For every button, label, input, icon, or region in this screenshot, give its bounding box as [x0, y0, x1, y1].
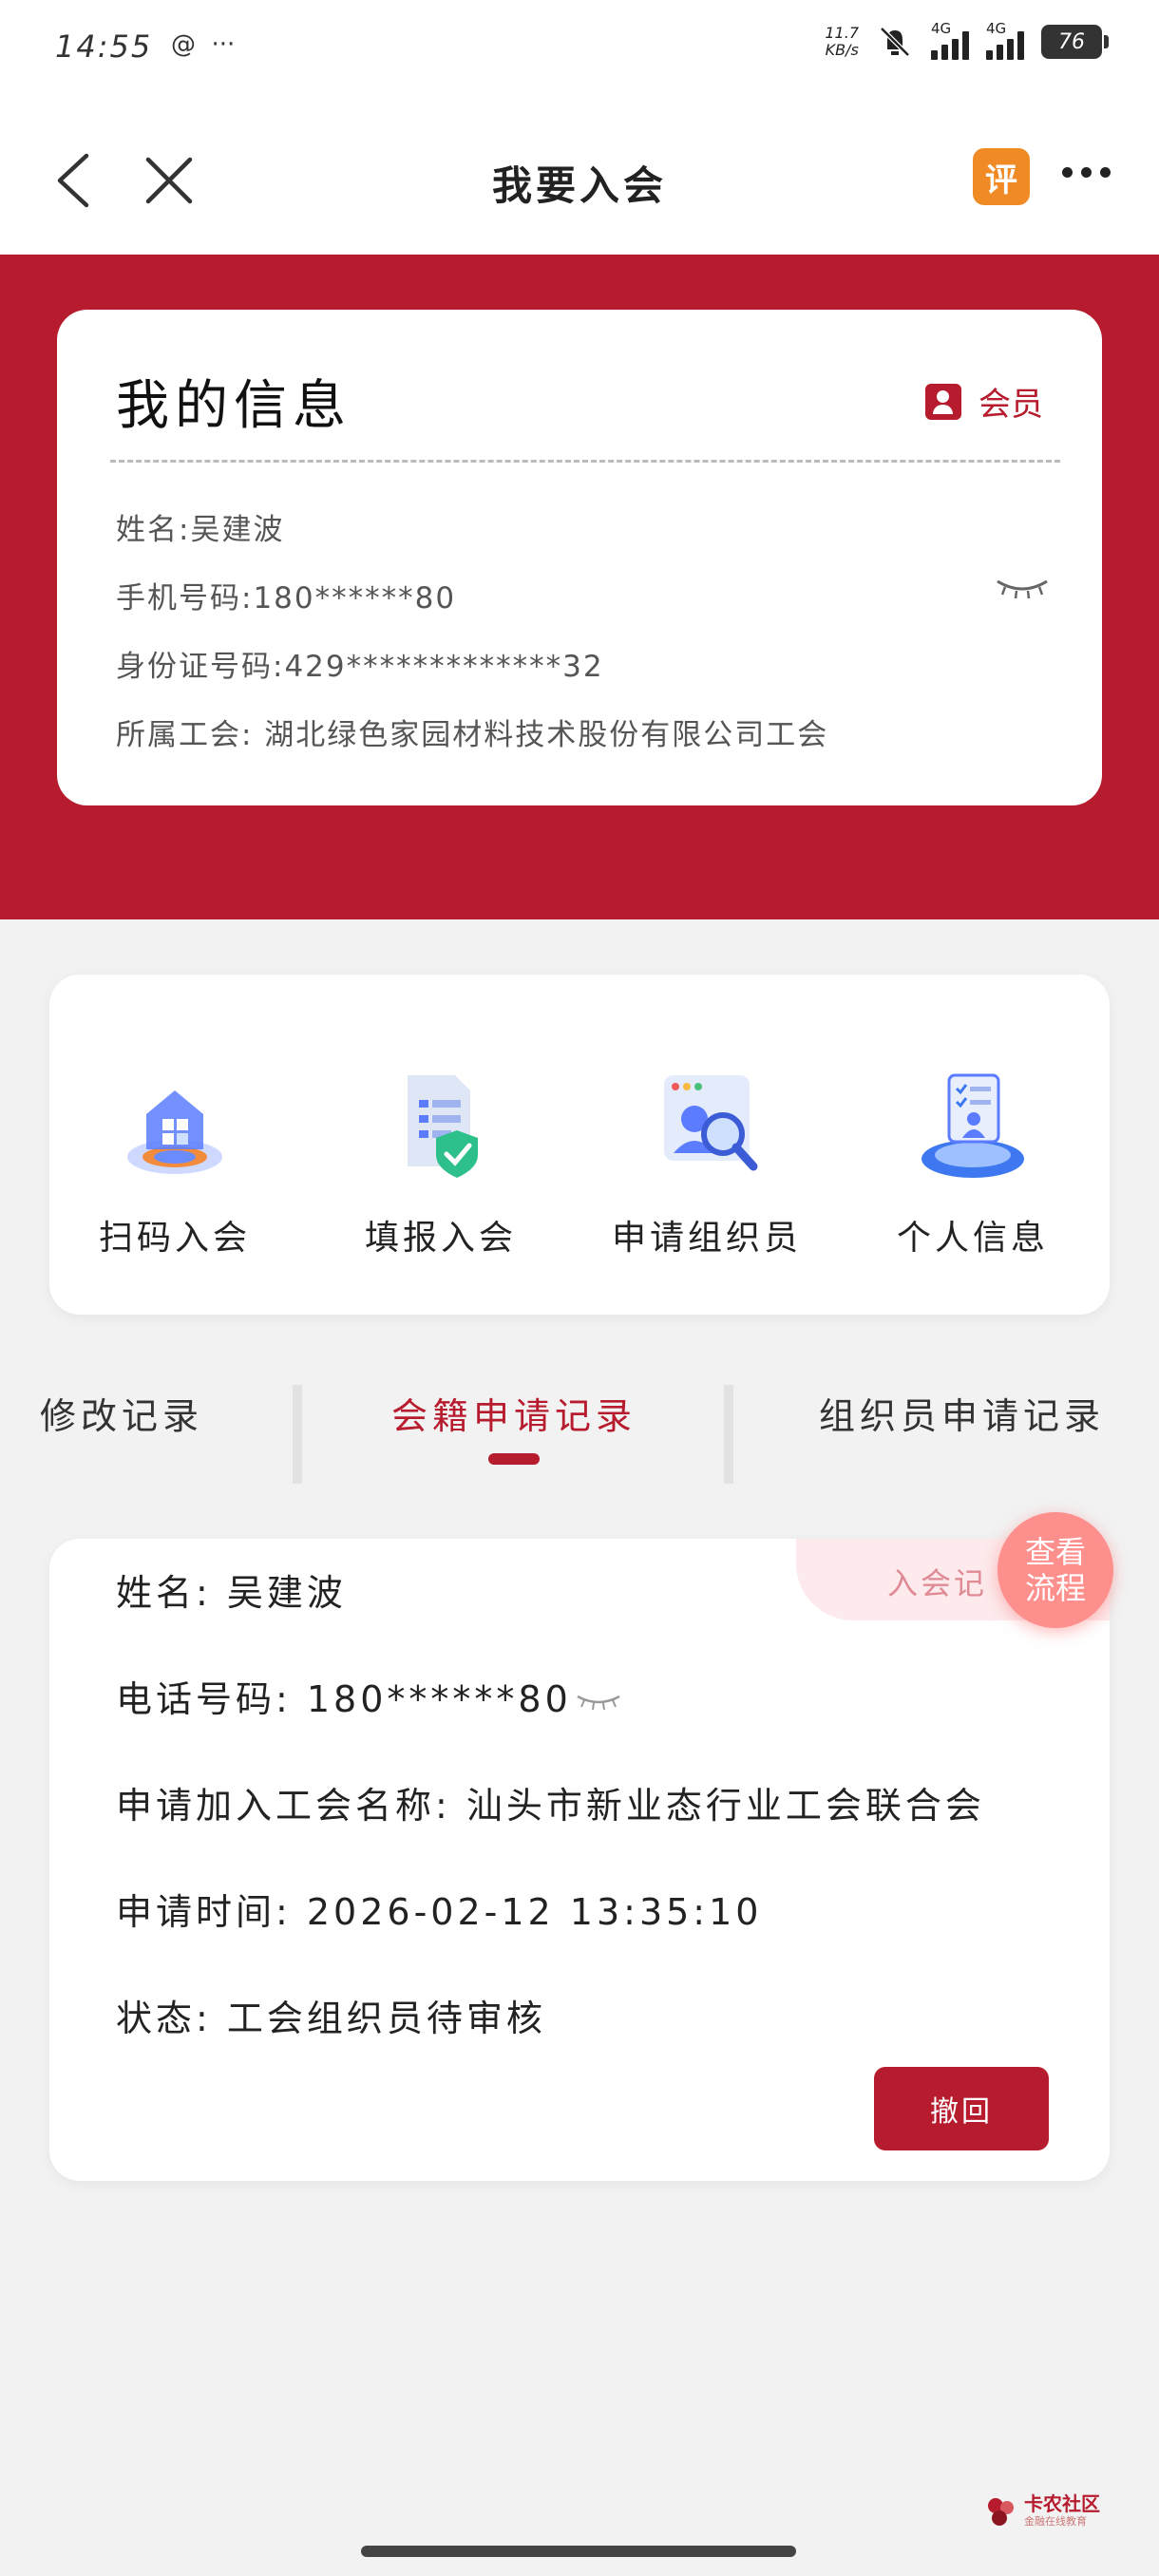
eye-closed-icon[interactable] [576, 1693, 621, 1712]
eye-closed-icon[interactable] [996, 578, 1049, 600]
tab-separator [724, 1385, 733, 1484]
info-phone: 手机号码:180******80 [116, 581, 457, 616]
watermark-subtitle: 金融在线教育 [1024, 2515, 1087, 2528]
network-type-2: 4G [986, 20, 1007, 37]
tab-membership-records[interactable]: 会籍申请记录 [391, 1387, 636, 1439]
info-name: 姓名:吴建波 [116, 513, 285, 547]
quick-action-apply-organizer[interactable]: 申请组织员 [583, 1062, 830, 1260]
quick-actions-card: 扫码入会 填报入会 申请组织员 个人信息 [49, 975, 1110, 1315]
member-badge: 会员 [925, 378, 1043, 425]
rate-button[interactable]: 评 [973, 148, 1030, 205]
status-notification-icons: @ ··· [171, 30, 236, 59]
record-union: 申请加入工会名称: 汕头市新业态行业工会联合会 [116, 1785, 985, 1827]
record-status: 状态: 工会组织员待审核 [116, 1998, 546, 2039]
member-badge-label: 会员 [978, 386, 1043, 424]
quick-action-label: 扫码入会 [98, 1219, 251, 1258]
network-speed-unit: KB/s [825, 41, 859, 59]
profile-document-icon [911, 1062, 1035, 1185]
dashed-divider [110, 460, 1060, 463]
tab-organizer-records[interactable]: 组织员申请记录 [819, 1387, 1105, 1439]
network-type-1: 4G [931, 20, 952, 37]
watermark-title: 卡农社区 [1024, 2492, 1100, 2515]
more-options-icon[interactable] [1062, 167, 1111, 178]
tab-modify-records[interactable]: 修改记录 [40, 1387, 203, 1439]
join-record-ribbon-text: 入会记 [887, 1565, 988, 1601]
member-icon [925, 383, 961, 420]
quick-action-form-join[interactable]: 填报入会 [317, 1062, 564, 1260]
watermark: 卡农社区 金融在线教育 [984, 2494, 1100, 2529]
active-tab-indicator [488, 1453, 540, 1465]
status-right-group: 11.7 KB/s 4G 4G 76 [825, 20, 1109, 61]
app-header: 我要入会 评 [0, 104, 1159, 255]
gesture-nav-bar[interactable] [361, 2546, 796, 2557]
record-phone: 电话号码: 180******80 [116, 1678, 572, 1720]
view-flow-line1: 查看 [1024, 1534, 1086, 1570]
record-tabs: 修改记录 会籍申请记录 组织员申请记录 [0, 1368, 1159, 1491]
mute-bell-icon [880, 27, 910, 57]
battery-icon: 76 [1041, 25, 1109, 59]
scan-join-icon [113, 1062, 237, 1185]
quick-action-label: 填报入会 [364, 1219, 517, 1258]
network-speed: 11.7 KB/s [825, 25, 859, 59]
search-person-icon [645, 1062, 769, 1185]
info-union: 所属工会: 湖北绿色家园材料技术股份有限公司工会 [116, 718, 829, 752]
my-info-title: 我的信息 [116, 375, 352, 437]
view-flow-line2: 流程 [1024, 1570, 1086, 1606]
quick-action-personal-info[interactable]: 个人信息 [849, 1062, 1096, 1260]
view-flow-button[interactable]: 查看 流程 [998, 1512, 1113, 1628]
quick-action-scan-join[interactable]: 扫码入会 [51, 1062, 298, 1260]
my-info-card: 我的信息 会员 姓名:吴建波 手机号码:180******80 身份证号码:42… [57, 310, 1102, 805]
signal-icon-2: 4G [986, 20, 1024, 60]
membership-record-card: 入会记 姓名: 吴建波 电话号码: 180******80 申请加入工会名称: … [49, 1539, 1110, 2181]
network-speed-value: 11.7 [825, 24, 859, 42]
signal-icon-1: 4G [931, 20, 969, 60]
info-id-card: 身份证号码:429*************32 [116, 650, 604, 684]
status-bar: 14:55 @ ··· 11.7 KB/s 4G 4G 76 [0, 0, 1159, 104]
record-phone-row: 电话号码: 180******80 [116, 1670, 621, 1722]
tab-separator [293, 1385, 302, 1484]
revoke-button[interactable]: 撤回 [874, 2067, 1049, 2150]
record-name: 姓名: 吴建波 [116, 1572, 347, 1614]
status-time: 14:55 [55, 28, 153, 65]
record-time: 申请时间: 2026-02-12 13:35:10 [116, 1891, 763, 1933]
form-shield-icon [379, 1062, 503, 1185]
quick-action-label: 申请组织员 [611, 1219, 802, 1258]
watermark-logo-icon [988, 2498, 1014, 2526]
quick-action-label: 个人信息 [896, 1219, 1049, 1258]
